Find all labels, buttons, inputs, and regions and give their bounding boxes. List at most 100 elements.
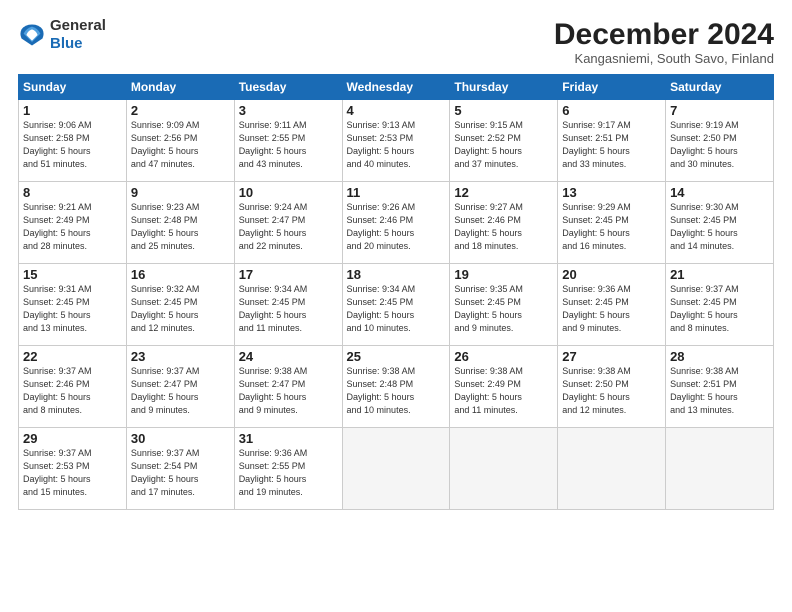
calendar-cell <box>342 428 450 510</box>
day-info: Sunrise: 9:26 AM Sunset: 2:46 PM Dayligh… <box>347 201 446 253</box>
day-info: Sunrise: 9:38 AM Sunset: 2:49 PM Dayligh… <box>454 365 553 417</box>
day-info: Sunrise: 9:37 AM Sunset: 2:54 PM Dayligh… <box>131 447 230 499</box>
calendar-cell: 16Sunrise: 9:32 AM Sunset: 2:45 PM Dayli… <box>126 264 234 346</box>
day-number: 29 <box>23 431 122 446</box>
day-info: Sunrise: 9:34 AM Sunset: 2:45 PM Dayligh… <box>239 283 338 335</box>
day-number: 31 <box>239 431 338 446</box>
day-number: 3 <box>239 103 338 118</box>
day-number: 5 <box>454 103 553 118</box>
weekday-header-monday: Monday <box>126 75 234 100</box>
day-info: Sunrise: 9:23 AM Sunset: 2:48 PM Dayligh… <box>131 201 230 253</box>
calendar-cell: 29Sunrise: 9:37 AM Sunset: 2:53 PM Dayli… <box>19 428 127 510</box>
weekday-header-sunday: Sunday <box>19 75 127 100</box>
calendar-week-row: 8Sunrise: 9:21 AM Sunset: 2:49 PM Daylig… <box>19 182 774 264</box>
day-info: Sunrise: 9:37 AM Sunset: 2:47 PM Dayligh… <box>131 365 230 417</box>
day-info: Sunrise: 9:38 AM Sunset: 2:47 PM Dayligh… <box>239 365 338 417</box>
calendar-cell: 15Sunrise: 9:31 AM Sunset: 2:45 PM Dayli… <box>19 264 127 346</box>
calendar-cell: 17Sunrise: 9:34 AM Sunset: 2:45 PM Dayli… <box>234 264 342 346</box>
calendar-cell: 14Sunrise: 9:30 AM Sunset: 2:45 PM Dayli… <box>666 182 774 264</box>
calendar-cell: 6Sunrise: 9:17 AM Sunset: 2:51 PM Daylig… <box>558 100 666 182</box>
day-info: Sunrise: 9:06 AM Sunset: 2:58 PM Dayligh… <box>23 119 122 171</box>
day-info: Sunrise: 9:38 AM Sunset: 2:48 PM Dayligh… <box>347 365 446 417</box>
day-number: 20 <box>562 267 661 282</box>
weekday-header-friday: Friday <box>558 75 666 100</box>
day-info: Sunrise: 9:13 AM Sunset: 2:53 PM Dayligh… <box>347 119 446 171</box>
calendar-page: General Blue December 2024 Kangasniemi, … <box>0 0 792 612</box>
day-number: 9 <box>131 185 230 200</box>
title-area: December 2024 Kangasniemi, South Savo, F… <box>554 18 774 66</box>
header: General Blue December 2024 Kangasniemi, … <box>18 18 774 66</box>
day-number: 22 <box>23 349 122 364</box>
calendar-week-row: 1Sunrise: 9:06 AM Sunset: 2:58 PM Daylig… <box>19 100 774 182</box>
calendar-cell: 27Sunrise: 9:38 AM Sunset: 2:50 PM Dayli… <box>558 346 666 428</box>
day-info: Sunrise: 9:11 AM Sunset: 2:55 PM Dayligh… <box>239 119 338 171</box>
calendar-cell: 24Sunrise: 9:38 AM Sunset: 2:47 PM Dayli… <box>234 346 342 428</box>
day-info: Sunrise: 9:34 AM Sunset: 2:45 PM Dayligh… <box>347 283 446 335</box>
calendar-cell: 7Sunrise: 9:19 AM Sunset: 2:50 PM Daylig… <box>666 100 774 182</box>
calendar-cell: 13Sunrise: 9:29 AM Sunset: 2:45 PM Dayli… <box>558 182 666 264</box>
day-info: Sunrise: 9:31 AM Sunset: 2:45 PM Dayligh… <box>23 283 122 335</box>
day-info: Sunrise: 9:35 AM Sunset: 2:45 PM Dayligh… <box>454 283 553 335</box>
day-number: 14 <box>670 185 769 200</box>
calendar-cell: 4Sunrise: 9:13 AM Sunset: 2:53 PM Daylig… <box>342 100 450 182</box>
day-info: Sunrise: 9:09 AM Sunset: 2:56 PM Dayligh… <box>131 119 230 171</box>
logo-text: General Blue <box>50 18 106 53</box>
calendar-table: SundayMondayTuesdayWednesdayThursdayFrid… <box>18 74 774 510</box>
calendar-cell: 2Sunrise: 9:09 AM Sunset: 2:56 PM Daylig… <box>126 100 234 182</box>
day-number: 24 <box>239 349 338 364</box>
day-info: Sunrise: 9:37 AM Sunset: 2:45 PM Dayligh… <box>670 283 769 335</box>
calendar-cell: 31Sunrise: 9:36 AM Sunset: 2:55 PM Dayli… <box>234 428 342 510</box>
day-number: 30 <box>131 431 230 446</box>
calendar-cell: 25Sunrise: 9:38 AM Sunset: 2:48 PM Dayli… <box>342 346 450 428</box>
day-number: 27 <box>562 349 661 364</box>
day-number: 4 <box>347 103 446 118</box>
calendar-cell: 28Sunrise: 9:38 AM Sunset: 2:51 PM Dayli… <box>666 346 774 428</box>
day-info: Sunrise: 9:15 AM Sunset: 2:52 PM Dayligh… <box>454 119 553 171</box>
day-number: 19 <box>454 267 553 282</box>
calendar-week-row: 22Sunrise: 9:37 AM Sunset: 2:46 PM Dayli… <box>19 346 774 428</box>
day-number: 28 <box>670 349 769 364</box>
day-info: Sunrise: 9:21 AM Sunset: 2:49 PM Dayligh… <box>23 201 122 253</box>
weekday-header-saturday: Saturday <box>666 75 774 100</box>
day-number: 7 <box>670 103 769 118</box>
day-number: 6 <box>562 103 661 118</box>
day-info: Sunrise: 9:30 AM Sunset: 2:45 PM Dayligh… <box>670 201 769 253</box>
day-number: 10 <box>239 185 338 200</box>
calendar-cell: 9Sunrise: 9:23 AM Sunset: 2:48 PM Daylig… <box>126 182 234 264</box>
location-subtitle: Kangasniemi, South Savo, Finland <box>554 51 774 66</box>
day-info: Sunrise: 9:27 AM Sunset: 2:46 PM Dayligh… <box>454 201 553 253</box>
logo-icon <box>18 21 46 49</box>
calendar-cell: 5Sunrise: 9:15 AM Sunset: 2:52 PM Daylig… <box>450 100 558 182</box>
day-number: 15 <box>23 267 122 282</box>
day-info: Sunrise: 9:19 AM Sunset: 2:50 PM Dayligh… <box>670 119 769 171</box>
calendar-cell: 8Sunrise: 9:21 AM Sunset: 2:49 PM Daylig… <box>19 182 127 264</box>
day-number: 18 <box>347 267 446 282</box>
day-info: Sunrise: 9:29 AM Sunset: 2:45 PM Dayligh… <box>562 201 661 253</box>
weekday-header-wednesday: Wednesday <box>342 75 450 100</box>
calendar-cell <box>450 428 558 510</box>
calendar-cell: 11Sunrise: 9:26 AM Sunset: 2:46 PM Dayli… <box>342 182 450 264</box>
weekday-header-row: SundayMondayTuesdayWednesdayThursdayFrid… <box>19 75 774 100</box>
day-number: 26 <box>454 349 553 364</box>
day-number: 23 <box>131 349 230 364</box>
logo-general: General <box>50 18 106 35</box>
day-info: Sunrise: 9:17 AM Sunset: 2:51 PM Dayligh… <box>562 119 661 171</box>
calendar-cell: 18Sunrise: 9:34 AM Sunset: 2:45 PM Dayli… <box>342 264 450 346</box>
calendar-cell <box>666 428 774 510</box>
day-number: 21 <box>670 267 769 282</box>
day-number: 17 <box>239 267 338 282</box>
calendar-cell: 26Sunrise: 9:38 AM Sunset: 2:49 PM Dayli… <box>450 346 558 428</box>
calendar-cell: 30Sunrise: 9:37 AM Sunset: 2:54 PM Dayli… <box>126 428 234 510</box>
logo-blue: Blue <box>50 35 83 52</box>
day-number: 16 <box>131 267 230 282</box>
weekday-header-thursday: Thursday <box>450 75 558 100</box>
calendar-cell: 12Sunrise: 9:27 AM Sunset: 2:46 PM Dayli… <box>450 182 558 264</box>
day-info: Sunrise: 9:38 AM Sunset: 2:50 PM Dayligh… <box>562 365 661 417</box>
day-number: 1 <box>23 103 122 118</box>
day-info: Sunrise: 9:36 AM Sunset: 2:55 PM Dayligh… <box>239 447 338 499</box>
calendar-week-row: 29Sunrise: 9:37 AM Sunset: 2:53 PM Dayli… <box>19 428 774 510</box>
day-info: Sunrise: 9:24 AM Sunset: 2:47 PM Dayligh… <box>239 201 338 253</box>
calendar-cell: 20Sunrise: 9:36 AM Sunset: 2:45 PM Dayli… <box>558 264 666 346</box>
day-info: Sunrise: 9:37 AM Sunset: 2:46 PM Dayligh… <box>23 365 122 417</box>
day-number: 8 <box>23 185 122 200</box>
